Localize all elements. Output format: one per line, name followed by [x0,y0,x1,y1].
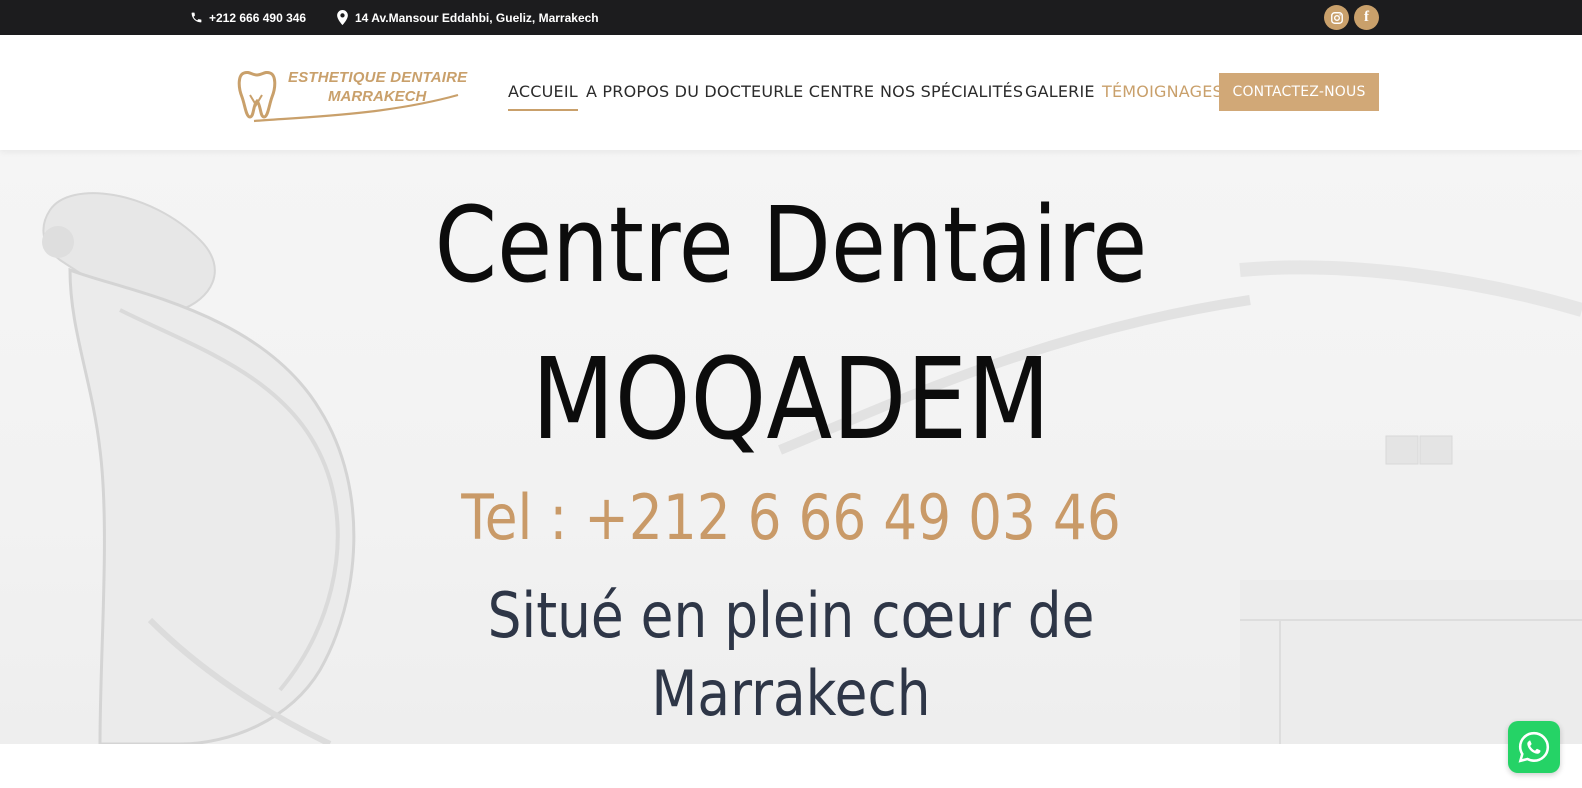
topbar-address[interactable]: 14 Av.Mansour Eddahbi, Gueliz, Marrakech [336,0,599,35]
hero-title-line2: MOQADEM [531,335,1051,465]
hero-subtitle-line2: Marrakech [651,657,931,730]
hero-phone[interactable]: Tel : +212 6 66 49 03 46 [111,480,1472,555]
nav-specialites[interactable]: NOS SPÉCIALITÉS [880,77,1023,107]
logo[interactable]: ESTHETIQUE DENTAIRE MARRAKECH [236,65,468,125]
logo-line2: MARRAKECH [328,88,427,105]
instagram-icon[interactable] [1324,5,1349,30]
nav-accueil[interactable]: ACCUEIL [508,77,578,111]
hero-section: Centre Dentaire MOQADEM Tel : +212 6 66 … [0,150,1582,744]
topbar-phone-text: +212 666 490 346 [209,10,307,25]
facebook-glyph: f [1364,9,1369,25]
hero-title-line1: Centre Dentaire [434,184,1148,306]
topbar-phone[interactable]: +212 666 490 346 [190,0,306,35]
whatsapp-icon [1518,731,1550,763]
location-pin-icon [337,10,348,25]
instagram-glyph [1330,11,1343,24]
nav-temoignages[interactable]: TÉMOIGNAGES [1102,77,1223,107]
whatsapp-button[interactable] [1508,721,1560,773]
nav-a-propos[interactable]: A PROPOS DU DOCTEUR [586,77,785,107]
nav-le-centre[interactable]: LE CENTRE [784,77,874,107]
nav-galerie[interactable]: GALERIE [1025,77,1095,107]
phone-icon [191,12,202,23]
hero-subtitle-line1: Situé en plein cœur de [487,579,1095,652]
topbar-address-text: 14 Av.Mansour Eddahbi, Gueliz, Marrakech [355,10,599,25]
contact-button[interactable]: CONTACTEZ-NOUS [1219,73,1379,111]
facebook-icon[interactable]: f [1354,5,1379,30]
top-bar: +212 666 490 346 14 Av.Mansour Eddahbi, … [0,0,1582,35]
site-header: ESTHETIQUE DENTAIRE MARRAKECH ACCUEIL A … [0,35,1582,150]
logo-line1: ESTHETIQUE DENTAIRE [288,69,468,86]
